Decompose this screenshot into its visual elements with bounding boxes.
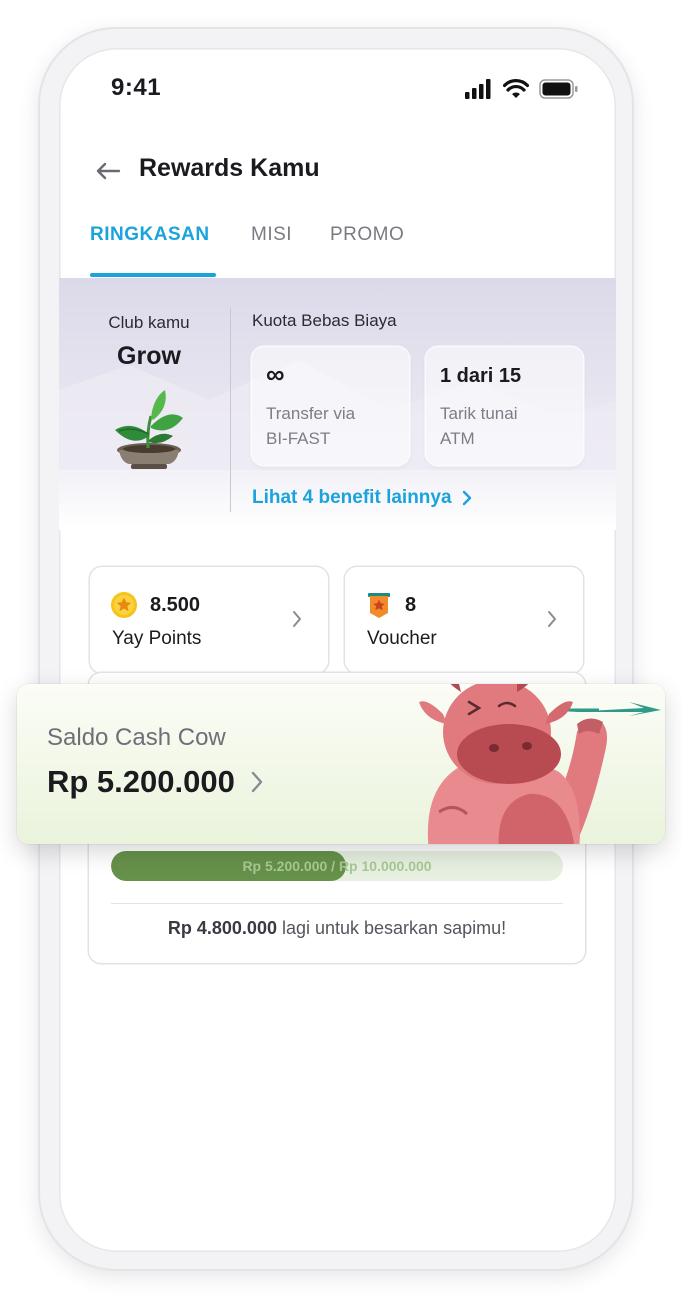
tab-promo[interactable]: PROMO bbox=[330, 224, 404, 246]
chevron-right-icon bbox=[462, 490, 471, 506]
voucher-label: Voucher bbox=[367, 628, 437, 649]
club-divider bbox=[230, 308, 231, 512]
empty-area bbox=[59, 1148, 616, 1252]
points-label: Yay Points bbox=[112, 628, 202, 649]
cash-cow-card[interactable]: Saldo Cash Cow Rp 5.200.000 bbox=[17, 684, 665, 844]
progress-divider bbox=[111, 903, 563, 904]
cash-cow-amount-row[interactable]: Rp 5.200.000 bbox=[47, 764, 263, 800]
app-screen: 9:41 Rewards Kamu RINGKASAN MISI PROMO C… bbox=[59, 48, 616, 1252]
remaining-amount: Rp 4.800.000 bbox=[167, 918, 277, 938]
kuota-card-value: 1 dari 15 bbox=[440, 365, 522, 387]
cash-cow-label: Saldo Cash Cow bbox=[47, 724, 226, 751]
chevron-right-icon bbox=[251, 771, 263, 793]
status-time: 9:41 bbox=[111, 74, 162, 101]
status-icons bbox=[465, 78, 579, 100]
wifi-icon bbox=[503, 79, 529, 98]
back-arrow-icon[interactable] bbox=[93, 156, 123, 186]
kuota-card-transfer[interactable]: ∞ Transfer via BI-FAST bbox=[252, 347, 409, 465]
more-benefits-link[interactable]: Lihat 4 benefit lainnya bbox=[252, 487, 472, 509]
yay-points-card[interactable]: 8.500 Yay Points bbox=[90, 567, 328, 673]
infinity-icon: ∞ bbox=[266, 359, 285, 389]
progress-text: Rp 5.200.000 / Rp 10.000.000 bbox=[242, 858, 432, 874]
tab-bar: RINGKASAN MISI PROMO bbox=[59, 224, 616, 278]
battery-icon bbox=[539, 79, 578, 99]
cash-cow-progress-bar: Rp 5.200.000 / Rp 10.000.000 bbox=[111, 851, 563, 881]
star-coin-icon bbox=[111, 592, 137, 618]
club-label: Club kamu bbox=[108, 313, 190, 332]
kuota-card-desc: Transfer via BI-FAST bbox=[266, 404, 356, 448]
kuota-card-atm[interactable]: 1 dari 15 Tarik tunai ATM bbox=[426, 347, 583, 465]
chevron-right-icon bbox=[548, 611, 556, 627]
remaining-message: Rp 4.800.000 lagi untuk besarkan sapimu! bbox=[89, 918, 585, 939]
remaining-text: lagi untuk besarkan sapimu! bbox=[276, 918, 507, 938]
voucher-card[interactable]: 8 Voucher bbox=[345, 567, 583, 673]
kuota-card-desc: Tarik tunai ATM bbox=[440, 404, 518, 448]
club-panel: Club kamu Grow Kuota Bebas Biaya ∞ Trans… bbox=[59, 278, 616, 530]
voucher-value: 8 bbox=[405, 594, 417, 616]
voucher-ribbon-icon bbox=[368, 593, 390, 618]
plant-icon bbox=[115, 390, 183, 469]
tab-ringkasan[interactable]: RINGKASAN bbox=[90, 224, 210, 246]
more-benefits-label: Lihat 4 benefit lainnya bbox=[252, 487, 452, 508]
points-value: 8.500 bbox=[150, 594, 201, 616]
cow-mascot-icon bbox=[419, 684, 661, 844]
active-tab-indicator bbox=[90, 273, 216, 277]
tab-misi[interactable]: MISI bbox=[251, 224, 292, 246]
signal-icon bbox=[465, 79, 491, 99]
cash-cow-amount: Rp 5.200.000 bbox=[47, 764, 235, 799]
club-name: Grow bbox=[117, 342, 181, 370]
page-title: Rewards Kamu bbox=[139, 154, 320, 182]
kuota-title: Kuota Bebas Biaya bbox=[252, 311, 397, 330]
chevron-right-icon bbox=[293, 611, 301, 627]
